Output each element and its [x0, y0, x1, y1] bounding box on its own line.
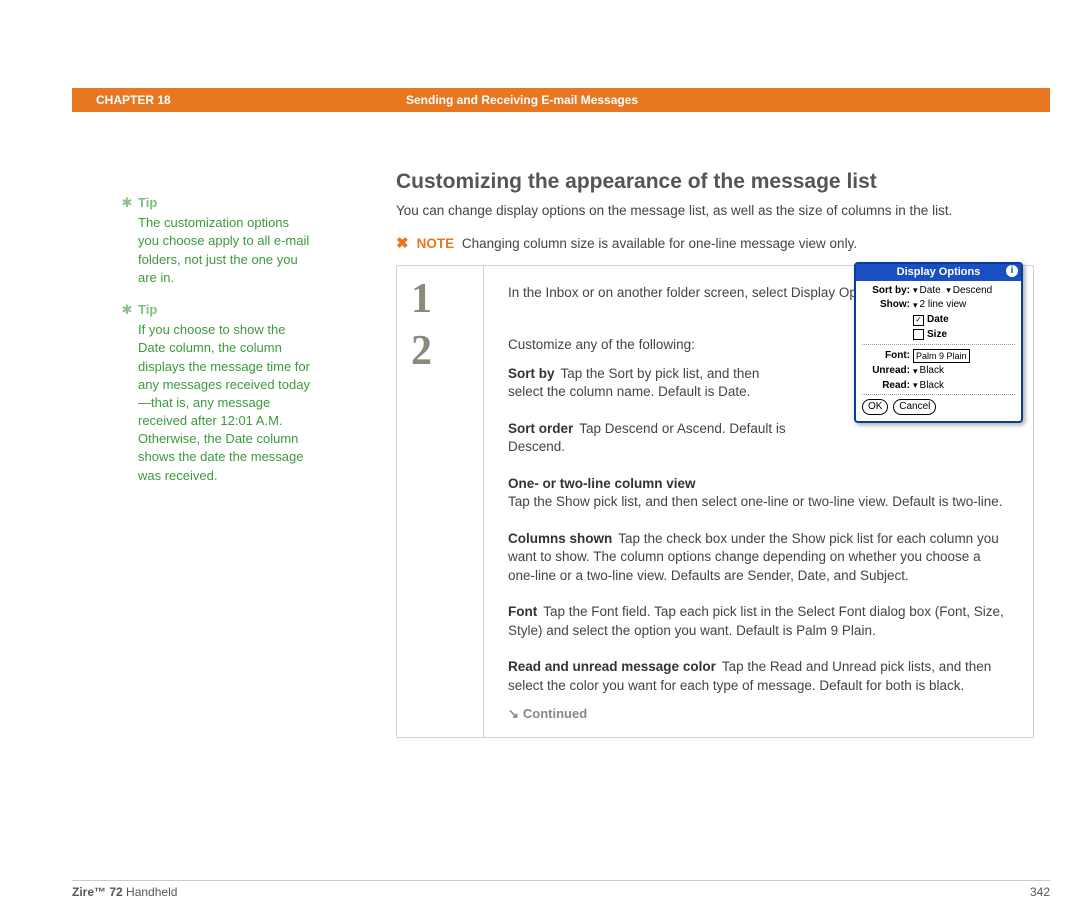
dev-show-lbl: Show:	[862, 298, 913, 312]
checkbox-icon: ✓	[913, 315, 924, 326]
dev-font-v: Palm 9 Plain	[913, 349, 970, 363]
dev-unread-lbl: Unread:	[862, 364, 913, 378]
columns-lead: Columns shown	[508, 531, 612, 546]
dev-read-lbl: Read:	[862, 379, 913, 393]
dev-sortby-lbl: Sort by:	[862, 284, 913, 298]
continued-label: ↘ Continued	[508, 705, 1009, 723]
sortorder-para: Sort orderTap Descend or Ascend. Default…	[508, 420, 798, 457]
dev-unread-v: Black	[920, 364, 944, 378]
intro-text: You can change display options on the me…	[396, 202, 1050, 220]
dev-sortby-v1: Date	[920, 284, 941, 298]
font-para: FontTap the Font field. Tap each pick li…	[508, 603, 1009, 640]
dropdown-icon: ▾	[913, 284, 918, 296]
sortby-lead: Sort by	[508, 366, 555, 381]
font-text: Tap the Font field. Tap each pick list i…	[508, 604, 1004, 637]
device-title-text: Display Options	[897, 266, 981, 278]
sidebar-tips: ✱ Tip The customization options you choos…	[120, 194, 310, 485]
tip-1: ✱ Tip The customization options you choos…	[120, 194, 310, 287]
tip-body: If you choose to show the Date column, t…	[138, 321, 310, 485]
sortorder-lead: Sort order	[508, 421, 573, 436]
continued-arrow-icon: ↘	[508, 706, 519, 721]
dev-sortby-v2: Descend	[953, 284, 992, 298]
view-text: Tap the Show pick list, and then select …	[508, 494, 1003, 509]
dev-chk-size: Size	[927, 328, 947, 342]
product-rest: Handheld	[123, 885, 178, 899]
columnview-para: One- or two-line column view Tap the Sho…	[508, 475, 1009, 512]
sortby-para: Sort byTap the Sort by pick list, and th…	[508, 365, 798, 402]
note-row: ✖ NOTE Changing column size is available…	[396, 236, 1050, 253]
dropdown-icon: ▾	[913, 299, 918, 311]
info-icon: i	[1006, 265, 1018, 277]
dev-font-lbl: Font:	[862, 349, 913, 363]
dev-show-v: 2 line view	[920, 298, 967, 312]
device-ok-button: OK	[862, 399, 888, 415]
color-lead: Read and unread message color	[508, 659, 716, 674]
note-label: NOTE	[417, 236, 455, 251]
product-name: Zire™ 72 Handheld	[72, 885, 177, 899]
view-lead: One- or two-line column view	[508, 476, 696, 491]
page-footer: Zire™ 72 Handheld 342	[72, 880, 1050, 899]
continued-text: Continued	[523, 706, 587, 721]
chapter-header: CHAPTER 18 Sending and Receiving E-mail …	[72, 88, 1050, 112]
steps-box: 1 2 In the Inbox or on another folder sc…	[396, 265, 1034, 738]
step-num-1: 1	[411, 278, 483, 320]
page-heading: Customizing the appearance of the messag…	[396, 170, 1050, 194]
checkbox-icon	[913, 329, 924, 340]
tip-2: ✱ Tip If you choose to show the Date colu…	[120, 301, 310, 485]
tip-label: Tip	[138, 195, 157, 210]
section-title: Sending and Receiving E-mail Messages	[406, 93, 638, 107]
tip-body: The customization options you choose app…	[138, 214, 310, 287]
chapter-label: CHAPTER 18	[72, 93, 406, 107]
main-content: Customizing the appearance of the messag…	[396, 112, 1050, 738]
dropdown-icon: ▾	[913, 379, 918, 391]
dropdown-icon: ▾	[946, 284, 951, 296]
device-screenshot: Display Options i Sort by: ▾Date ▾Descen…	[854, 262, 1023, 423]
dropdown-icon: ▾	[913, 365, 918, 377]
step-numbers: 1 2	[397, 266, 484, 737]
steps-body: In the Inbox or on another folder screen…	[484, 266, 1033, 737]
tip-star-icon: ✱	[120, 194, 134, 212]
page-number: 342	[1030, 885, 1050, 899]
tip-star-icon: ✱	[120, 301, 134, 319]
tip-label: Tip	[138, 302, 157, 317]
columns-para: Columns shownTap the check box under the…	[508, 530, 1009, 585]
note-text: Changing column size is available for on…	[462, 236, 857, 251]
device-title: Display Options i	[856, 264, 1021, 281]
step-num-2: 2	[411, 330, 483, 372]
device-cancel-button: Cancel	[893, 399, 936, 415]
font-lead: Font	[508, 604, 537, 619]
note-icon: ✖	[396, 236, 409, 253]
dev-read-v: Black	[920, 379, 944, 393]
product-bold: Zire™ 72	[72, 885, 123, 899]
color-para: Read and unread message colorTap the Rea…	[508, 658, 1009, 695]
dev-chk-date: Date	[927, 313, 949, 327]
